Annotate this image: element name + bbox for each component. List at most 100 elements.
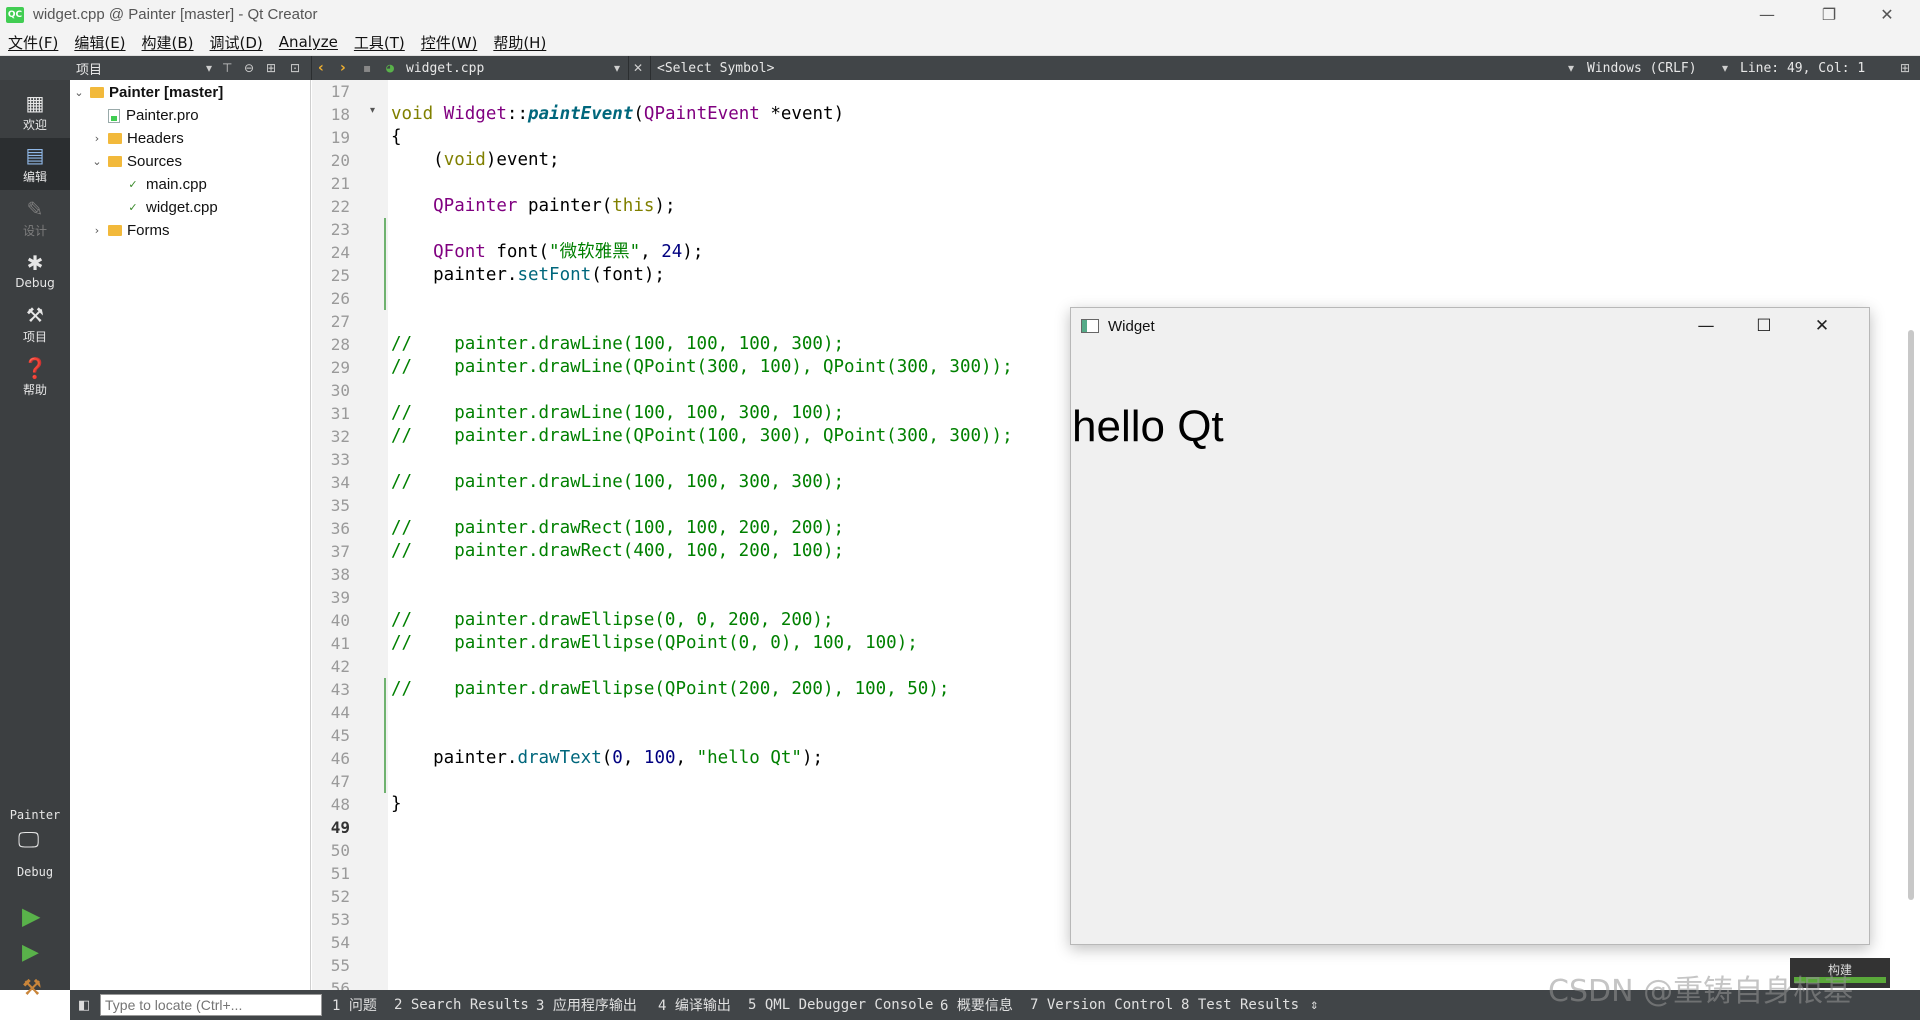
project-view-combo[interactable]: 项目	[76, 56, 102, 80]
title-bar: QC widget.cpp @ Painter [master] - Qt Cr…	[0, 0, 1920, 29]
close-document-icon[interactable]: ✕	[633, 56, 643, 80]
divider	[311, 56, 312, 80]
line-number: 22	[330, 197, 350, 216]
forward-arrow-icon[interactable]: ›	[340, 56, 346, 80]
minimize-button[interactable]: —	[1738, 0, 1796, 29]
widget-app-window[interactable]: Widget — ☐ ✕ hello Qt	[1070, 307, 1870, 945]
tree-item-headers[interactable]: › Headers	[90, 127, 184, 150]
more-tabs-icon[interactable]: ⇕	[1310, 990, 1318, 1020]
tab-search-results[interactable]: 2 Search Results	[394, 990, 529, 1020]
collapse-arrow-icon[interactable]: ⌄	[90, 155, 104, 168]
tree-item-widget-cpp[interactable]: ✓ widget.cpp	[126, 196, 217, 219]
vertical-scrollbar[interactable]	[1908, 330, 1914, 900]
sync-link-icon[interactable]: ⊖	[244, 56, 254, 80]
tree-item-sources[interactable]: ⌄ Sources	[90, 150, 182, 173]
tab-compile-output[interactable]: 4 编译输出	[658, 990, 731, 1020]
target-selector-monitor-icon[interactable]: 🖵	[18, 828, 48, 854]
code-line-25: painter.setFont(font);	[391, 265, 665, 285]
line-number: 26	[330, 289, 350, 308]
qt-creator-logo-icon: QC	[6, 6, 24, 23]
menu-widgets[interactable]: 控件(W)	[413, 32, 486, 53]
tab-issues[interactable]: 1 问题	[332, 990, 377, 1020]
line-number: 20	[330, 151, 350, 170]
menu-help[interactable]: 帮助(H)	[485, 32, 554, 53]
back-arrow-icon[interactable]: ‹	[318, 56, 324, 80]
menu-analyze[interactable]: Analyze	[271, 33, 346, 51]
line-number: 40	[330, 611, 350, 630]
filter-icon[interactable]: ⊤	[222, 56, 232, 80]
split-icon[interactable]: ⊞	[266, 56, 276, 80]
mode-edit[interactable]: ▤ 编辑	[0, 138, 70, 190]
widget-title-bar[interactable]: Widget — ☐ ✕	[1071, 308, 1869, 344]
editor-toolbar: 项目 ▾ ⊤ ⊖ ⊞ ⊡ ‹ › ▪ ◕ widget.cpp ▾ ✕ <Sel…	[0, 56, 1920, 80]
line-number: 32	[330, 427, 350, 446]
line-ending-combo[interactable]: Windows (CRLF)	[1587, 56, 1697, 80]
file-combo-arrow-icon[interactable]: ▾	[614, 56, 620, 80]
line-ending-arrow-icon[interactable]: ▾	[1722, 56, 1728, 80]
mode-design[interactable]: ✎ 设计	[0, 192, 70, 244]
tab-application-output[interactable]: 3 应用程序输出	[536, 990, 637, 1020]
menu-tools[interactable]: 工具(T)	[346, 32, 413, 53]
cpp-file-icon: ◕	[386, 60, 394, 76]
divider	[650, 56, 651, 80]
widget-maximize-button[interactable]: ☐	[1735, 308, 1793, 344]
line-number: 37	[330, 542, 350, 561]
tree-item-forms[interactable]: › Forms	[90, 219, 170, 242]
code-line-29: // painter.drawLine(QPoint(300, 100), QP…	[391, 357, 1013, 377]
close-pane-icon[interactable]: ⊡	[290, 56, 300, 80]
tree-item-project[interactable]: ⌄ Painter [master]	[72, 81, 223, 104]
combo-arrow-icon[interactable]: ▾	[206, 56, 212, 80]
divider	[628, 56, 629, 80]
locator-input[interactable]	[100, 994, 322, 1016]
debug-run-icon[interactable]: ▶	[22, 940, 39, 965]
code-line-34: // painter.drawLine(100, 100, 300, 300);	[391, 472, 845, 492]
close-button[interactable]: ✕	[1858, 0, 1916, 29]
open-file-combo[interactable]: widget.cpp	[406, 56, 484, 80]
build-hammer-icon[interactable]: ⚒	[22, 976, 42, 1001]
line-number: 43	[330, 680, 350, 699]
menu-build[interactable]: 构建(B)	[134, 32, 202, 53]
mode-help[interactable]: ❓ 帮助	[0, 351, 70, 403]
symbol-combo-arrow-icon[interactable]: ▾	[1568, 56, 1574, 80]
tree-item-main-cpp[interactable]: ✓ main.cpp	[126, 173, 206, 196]
line-number: 56	[330, 979, 350, 990]
split-editor-icon[interactable]: ⊞	[1900, 56, 1910, 80]
tab-general-messages[interactable]: 6 概要信息	[940, 990, 1013, 1020]
tab-test-results[interactable]: 8 Test Results	[1181, 990, 1299, 1020]
widget-minimize-button[interactable]: —	[1677, 308, 1735, 344]
tab-qml-debugger-console[interactable]: 5 QML Debugger Console	[748, 990, 933, 1020]
expand-arrow-icon[interactable]: ›	[90, 132, 104, 145]
folder-icon	[108, 156, 122, 167]
restore-button[interactable]: ❐	[1800, 0, 1858, 29]
run-icon[interactable]: ▶	[22, 902, 40, 930]
menu-file[interactable]: 文件(F)	[0, 32, 66, 53]
widget-close-button[interactable]: ✕	[1793, 308, 1851, 344]
painted-text: hello Qt	[1072, 402, 1224, 451]
line-number: 28	[330, 335, 350, 354]
mode-projects[interactable]: ⚒ 项目	[0, 298, 70, 350]
symbol-combo[interactable]: <Select Symbol>	[657, 56, 774, 80]
wrench-icon: ⚒	[26, 302, 44, 327]
cursor-position[interactable]: Line: 49, Col: 1	[1740, 56, 1865, 80]
code-line-37: // painter.drawRect(400, 100, 200, 100);	[391, 541, 845, 561]
menu-debug[interactable]: 调试(D)	[202, 32, 271, 53]
expand-arrow-icon[interactable]: ›	[90, 224, 104, 237]
fold-marker-icon[interactable]: ▾	[370, 105, 375, 116]
collapse-arrow-icon[interactable]: ⌄	[72, 86, 86, 99]
code-line-48: }	[391, 794, 402, 814]
line-number: 55	[330, 956, 350, 975]
line-number: 44	[330, 703, 350, 722]
line-number: 36	[330, 519, 350, 538]
watermark: CSDN @重铸自身根基	[1548, 974, 1854, 1009]
mode-welcome[interactable]: ▦ 欢迎	[0, 86, 70, 138]
line-number: 45	[330, 726, 350, 745]
code-line-41: // painter.drawEllipse(QPoint(0, 0), 100…	[391, 633, 918, 653]
tree-item-pro-file[interactable]: Painter.pro	[108, 104, 199, 127]
toggle-sidebar-icon[interactable]: ◧	[78, 990, 92, 1020]
line-number: 54	[330, 933, 350, 952]
bug-icon: ✱	[26, 251, 44, 275]
menu-edit[interactable]: 编辑(E)	[66, 32, 133, 53]
tab-version-control[interactable]: 7 Version Control	[1030, 990, 1173, 1020]
mode-debug[interactable]: ✱ Debug	[0, 245, 70, 297]
mode-label: 设计	[22, 223, 47, 238]
